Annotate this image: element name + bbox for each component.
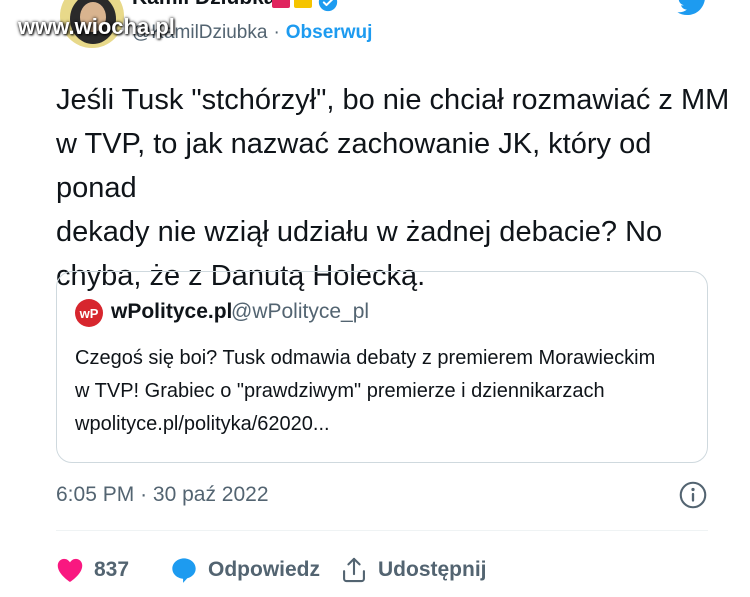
divider (56, 530, 708, 531)
quoted-line: w TVP! Grabiec o "prawdziwym" premierze … (75, 380, 605, 402)
reply-bubble-icon (172, 558, 196, 583)
tweet-text: Jeśli Tusk "stchórzył", bo nie chciał ro… (56, 78, 736, 298)
twitter-bird-icon (677, 0, 705, 16)
quoted-text: Czegoś się boi? Tusk odmawia debaty z pr… (75, 342, 695, 441)
info-icon[interactable] (679, 481, 707, 509)
like-count: 837 (94, 558, 130, 581)
like-button[interactable]: 837 (56, 552, 129, 588)
follow-button[interactable]: Obserwuj (286, 22, 373, 43)
red-emoji-icon (272, 0, 290, 8)
share-button[interactable]: Udostępnij (340, 552, 487, 588)
tweet-line: dekady nie wziął udziału w żadnej debaci… (56, 216, 663, 248)
reply-label: Odpowiedz (208, 558, 320, 581)
share-label: Udostępnij (378, 558, 487, 581)
tweet-line: w TVP, to jak nazwać zachowanie JK, któr… (56, 128, 652, 204)
tweet-time: 6:05 PM (56, 483, 135, 506)
quoted-line: Czegoś się boi? Tusk odmawia debaty z pr… (75, 347, 656, 369)
tweet-timestamp[interactable]: 6:05 PM · 30 paź 2022 (56, 483, 269, 507)
quoted-link[interactable]: wpolityce.pl/polityka/62020... (75, 408, 695, 441)
verified-badge-icon (318, 0, 338, 12)
share-icon (343, 557, 365, 583)
tweet-header: Kamil Dziubka @KamilDziubka·Obserwuj www… (0, 0, 750, 60)
handle-separator: · (273, 22, 280, 43)
quoted-tweet[interactable]: wP wPolityce.pl @wPolityce_pl Czegoś się… (56, 271, 708, 463)
tweet-line: Jeśli Tusk "stchórzył", bo nie chciał ro… (56, 84, 730, 116)
quoted-author-handle: @wPolityce_pl (231, 300, 370, 323)
heart-icon (57, 558, 83, 582)
tweet-date: 30 paź 2022 (152, 483, 269, 506)
author-name[interactable]: Kamil Dziubka (132, 0, 276, 10)
yellow-emoji-icon (294, 0, 312, 8)
timestamp-separator: · (140, 483, 148, 506)
reply-button[interactable]: Odpowiedz (170, 552, 320, 588)
quoted-author-name: wPolityce.pl (111, 300, 233, 323)
watermark: www.wiocha.pl (18, 14, 175, 39)
quoted-avatar: wP (75, 299, 103, 327)
